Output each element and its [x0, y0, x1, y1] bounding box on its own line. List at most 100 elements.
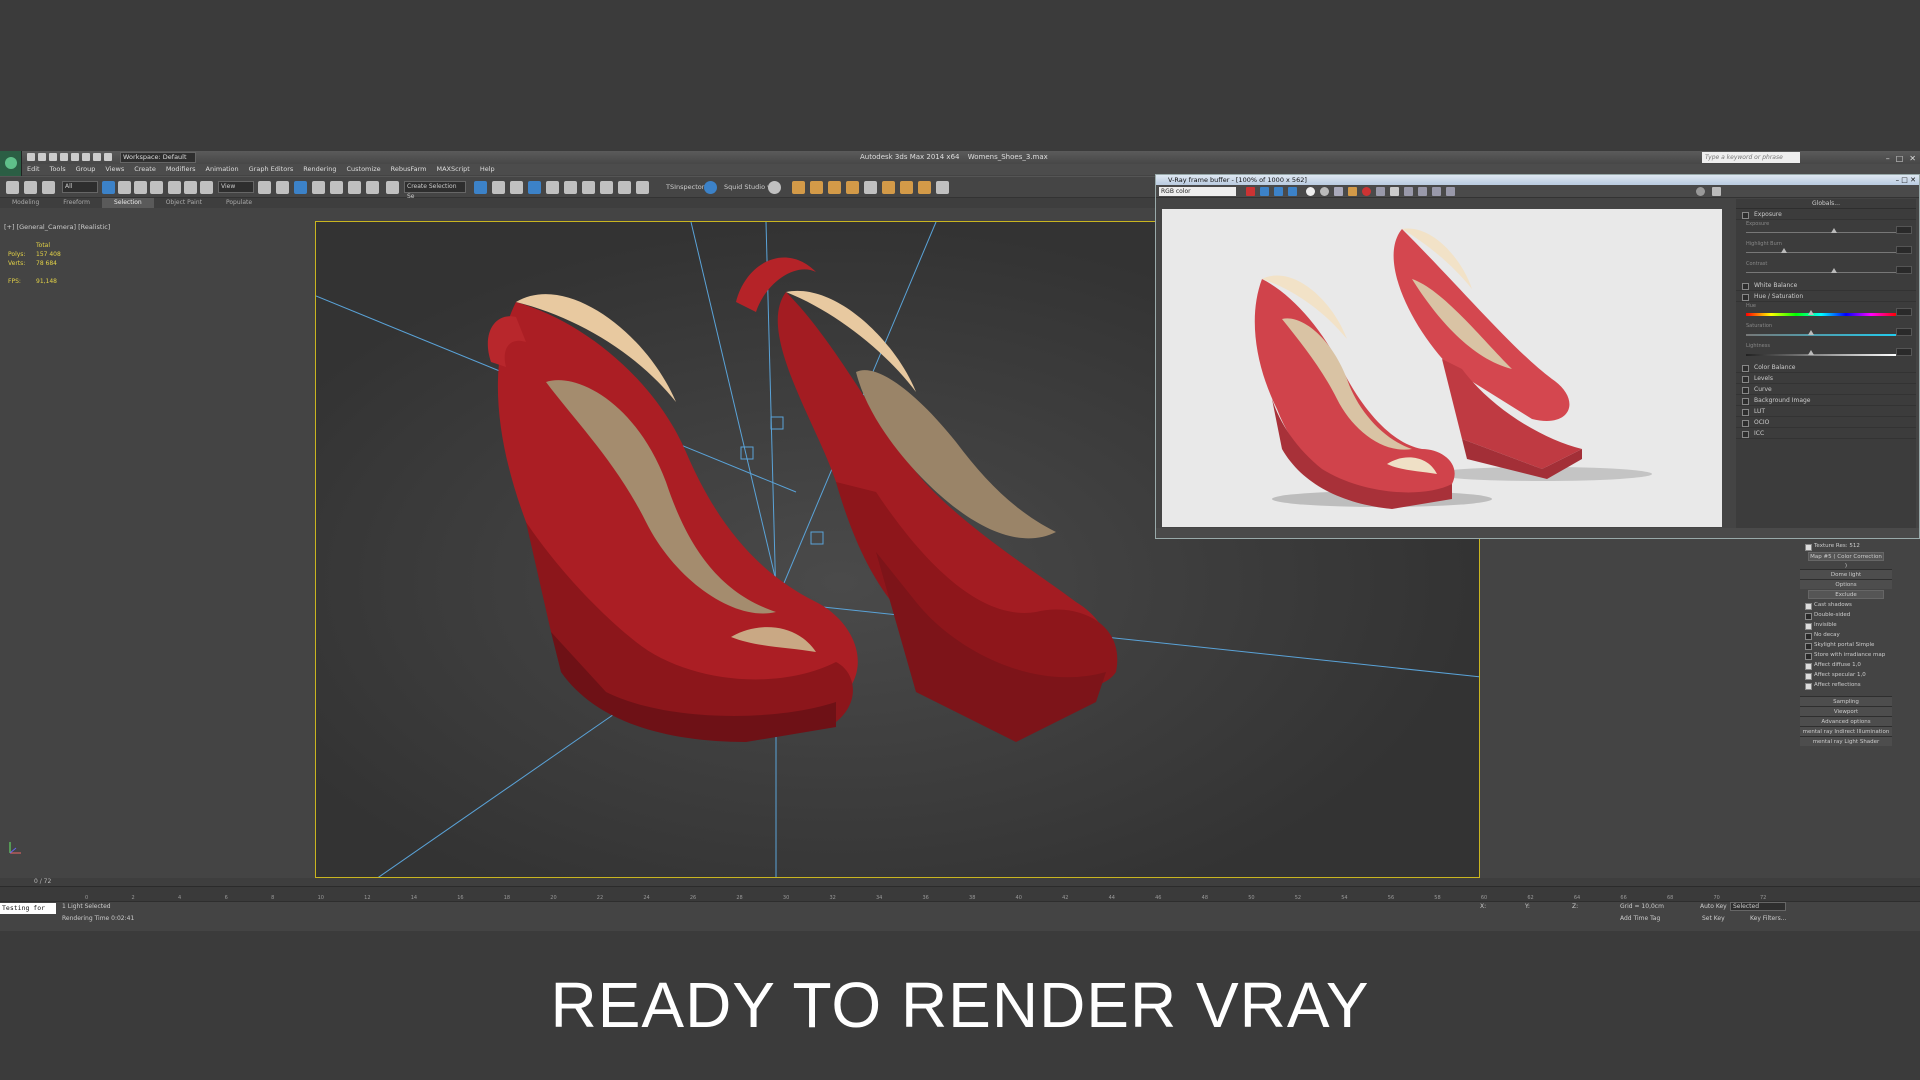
vray-fur-icon[interactable]: [846, 181, 859, 194]
layer-background-image[interactable]: Background Image: [1736, 395, 1916, 406]
rectangular-selection-icon[interactable]: [134, 181, 147, 194]
layer-white-balance[interactable]: White Balance: [1736, 280, 1916, 291]
option-affect-reflections[interactable]: Affect reflections: [1800, 680, 1892, 690]
rollout-sampling[interactable]: Sampling: [1800, 696, 1892, 706]
res-value[interactable]: 512: [1849, 543, 1860, 549]
track-bar[interactable]: 0 2 4 6 8 10 12 14 16 18 20 22 24 26 28 30 32 34 36 38 40 42 4…: [0, 886, 1920, 901]
vray-frame-buffer-window[interactable]: V-Ray frame buffer - [100% of 1000 x 562…: [1155, 174, 1920, 539]
undo-icon[interactable]: [60, 153, 68, 161]
vfb-render-region-icon[interactable]: [1362, 187, 1371, 196]
tab-populate[interactable]: Populate: [214, 198, 264, 208]
texture-map-button[interactable]: Map #5 ( Color Correction ): [1808, 552, 1884, 569]
app-logo-icon[interactable]: [0, 151, 22, 176]
option-invisible[interactable]: Invisible: [1800, 620, 1892, 630]
project-folder-icon[interactable]: [82, 153, 90, 161]
spinner-snap-icon[interactable]: [366, 181, 379, 194]
key-filters-button[interactable]: Key Filters...: [1750, 915, 1787, 922]
rollout-mental-ray-gi[interactable]: mental ray Indirect Illumination: [1800, 726, 1892, 736]
option-affect-diffuse[interactable]: Affect diffuse 1,0: [1800, 660, 1892, 670]
mirror-icon[interactable]: [474, 181, 487, 194]
slider-hue[interactable]: Hue: [1736, 302, 1916, 322]
graphite-toggle-icon[interactable]: [528, 181, 541, 194]
vray-sun-icon[interactable]: [810, 181, 823, 194]
vfb-channel-dropdown[interactable]: RGB color: [1159, 187, 1236, 196]
vfb-lens-effects-icon[interactable]: [1404, 187, 1413, 196]
slider-highlight-burn[interactable]: Highlight Burn: [1736, 240, 1916, 260]
move-icon[interactable]: [168, 181, 181, 194]
layer-exposure[interactable]: Exposure: [1736, 209, 1916, 220]
option-no-decay[interactable]: No decay: [1800, 630, 1892, 640]
layer-ocio[interactable]: OCIO: [1736, 417, 1916, 428]
menu-customize[interactable]: Customize: [341, 164, 385, 175]
schematic-view-icon[interactable]: [564, 181, 577, 194]
selection-filter-dropdown[interactable]: All: [62, 181, 98, 193]
vfb-close-icon[interactable]: – □ ✕: [1896, 175, 1916, 185]
render-production-icon[interactable]: [636, 181, 649, 194]
vfb-history-icon[interactable]: [1418, 187, 1427, 196]
unlink-icon[interactable]: [24, 181, 37, 194]
select-by-name-icon[interactable]: [118, 181, 131, 194]
vfb-eye-icon[interactable]: [1712, 187, 1721, 196]
viewport-label[interactable]: [+] [General_Camera] [Realistic]: [4, 223, 110, 231]
option-skylight-portal[interactable]: Skylight portal Simple: [1800, 640, 1892, 650]
vfb-alpha-channel-icon[interactable]: [1288, 187, 1297, 196]
new-file-icon[interactable]: [27, 153, 35, 161]
tab-freeform[interactable]: Freeform: [51, 198, 102, 208]
vray-mesh-export-icon[interactable]: [900, 181, 913, 194]
vfb-pixel-info-icon[interactable]: [1390, 187, 1399, 196]
squid-studio-label[interactable]: Squid Studio v: [724, 183, 771, 191]
vray-sphere-icon[interactable]: [882, 181, 895, 194]
hold-icon[interactable]: [93, 153, 101, 161]
qr-icon[interactable]: [704, 181, 717, 194]
add-time-tag-button[interactable]: Add Time Tag: [1620, 915, 1660, 922]
affect-specular-value[interactable]: 1,0: [1857, 672, 1866, 678]
layer-icc[interactable]: ICC: [1736, 428, 1916, 439]
fetch-icon[interactable]: [104, 153, 112, 161]
menu-maxscript[interactable]: MAXScript: [431, 164, 474, 175]
layer-manager-icon[interactable]: [510, 181, 523, 194]
texture-checkbox[interactable]: Texture Res: 512: [1800, 541, 1892, 551]
option-cast-shadows[interactable]: Cast shadows: [1800, 600, 1892, 610]
window-crossing-icon[interactable]: [150, 181, 163, 194]
vfb-blue-channel-icon[interactable]: [1274, 187, 1283, 196]
vfb-track-mouse-icon[interactable]: [1376, 187, 1385, 196]
set-key-button[interactable]: Set Key: [1702, 915, 1725, 922]
time-slider[interactable]: 0 / 72: [0, 878, 1920, 886]
snaps-toggle-icon[interactable]: [312, 181, 325, 194]
vfb-duplicate-icon[interactable]: [1348, 187, 1357, 196]
menu-rebusfarm[interactable]: RebusFarm: [386, 164, 432, 175]
exclude-button[interactable]: Exclude: [1808, 590, 1884, 599]
affect-diffuse-value[interactable]: 1,0: [1852, 662, 1861, 668]
plugin-icon[interactable]: [768, 181, 781, 194]
vfb-title-bar[interactable]: V-Ray frame buffer - [100% of 1000 x 562…: [1156, 175, 1919, 185]
percent-snap-icon[interactable]: [348, 181, 361, 194]
menu-create[interactable]: Create: [129, 164, 161, 175]
tab-selection[interactable]: Selection: [102, 198, 154, 208]
open-file-icon[interactable]: [38, 153, 46, 161]
named-selection-set-dropdown[interactable]: Create Selection Se: [404, 181, 466, 200]
maxscript-listener-input[interactable]: Testing for: [0, 903, 56, 914]
menu-group[interactable]: Group: [71, 164, 101, 175]
material-editor-icon[interactable]: [582, 181, 595, 194]
vray-frame-buffer-icon[interactable]: [936, 181, 949, 194]
angle-snap-icon[interactable]: [330, 181, 343, 194]
render-setup-icon[interactable]: [600, 181, 613, 194]
reference-coordinate-dropdown[interactable]: View: [218, 181, 254, 193]
pivot-center-icon[interactable]: [258, 181, 271, 194]
rotate-icon[interactable]: [184, 181, 197, 194]
menu-help[interactable]: Help: [475, 164, 500, 175]
vray-material-icon[interactable]: [918, 181, 931, 194]
vfb-stop-icon[interactable]: [1432, 187, 1441, 196]
tab-object-paint[interactable]: Object Paint: [154, 198, 214, 208]
select-object-icon[interactable]: [102, 181, 115, 194]
slider-exposure[interactable]: Exposure: [1736, 220, 1916, 240]
select-and-link-icon[interactable]: [6, 181, 19, 194]
keyboard-shortcut-override-icon[interactable]: [294, 181, 307, 194]
menu-animation[interactable]: Animation: [201, 164, 244, 175]
menu-edit[interactable]: Edit: [22, 164, 45, 175]
edit-named-selection-icon[interactable]: [386, 181, 399, 194]
vray-lights-icon[interactable]: [792, 181, 805, 194]
vfb-render-image[interactable]: [1162, 209, 1722, 527]
vfb-mono-icon[interactable]: [1306, 187, 1315, 196]
slider-saturation[interactable]: Saturation: [1736, 322, 1916, 342]
